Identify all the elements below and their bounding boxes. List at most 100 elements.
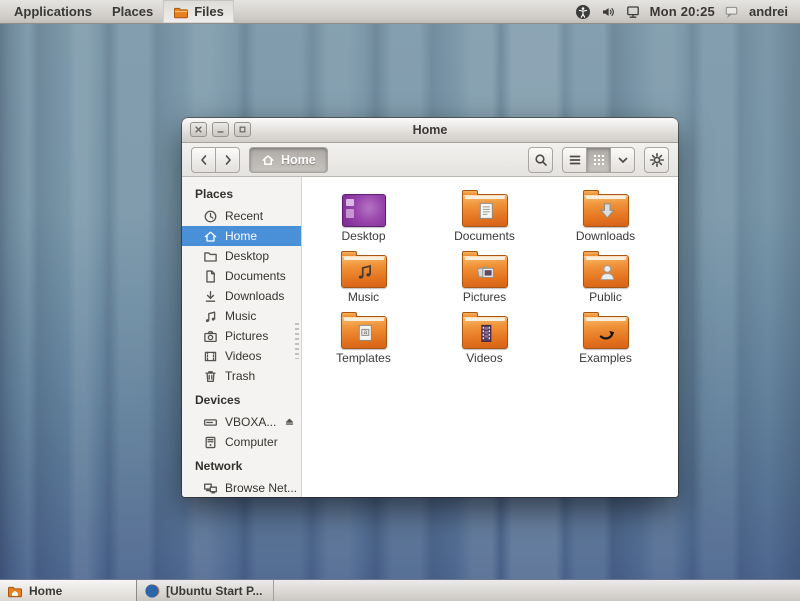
pictures-icon <box>462 243 508 288</box>
file-music[interactable]: Music <box>303 243 424 304</box>
chevron-left-icon <box>196 152 212 168</box>
sidebar-item-label: Trash <box>225 369 255 383</box>
templates-emblem-icon: a <box>354 322 376 344</box>
status-icons <box>575 4 641 20</box>
pictures-emblem-icon <box>475 261 497 283</box>
panel-menus: Applications Places Files <box>0 0 234 23</box>
sidebar-item-music[interactable]: Music <box>182 306 301 326</box>
trash-icon <box>203 369 218 384</box>
sidebar-scrollbar[interactable] <box>295 323 299 359</box>
examples-emblem-icon <box>596 322 618 344</box>
file-videos[interactable]: Videos <box>424 304 545 365</box>
sidebar-item-videos[interactable]: Videos <box>182 346 301 366</box>
view-switcher <box>562 147 635 173</box>
window-title: Home <box>413 123 448 137</box>
file-area[interactable]: Desktop Documents Downloads Music Pictures Pu… <box>302 177 678 497</box>
file-label: Pictures <box>463 290 506 304</box>
forward-button[interactable] <box>215 147 240 173</box>
file-documents[interactable]: Documents <box>424 182 545 243</box>
sidebar-item-documents[interactable]: Documents <box>182 266 301 286</box>
home-icon <box>261 153 275 167</box>
examples-icon <box>583 304 629 349</box>
top-panel: Applications Places Files Mon 20:25 andrei <box>0 0 800 24</box>
home-folder-icon <box>7 583 23 599</box>
close-button[interactable] <box>190 122 207 137</box>
location-home-button[interactable]: Home <box>249 147 328 173</box>
accessibility-icon[interactable] <box>575 4 591 20</box>
file-label: Desktop <box>341 229 385 243</box>
gear-icon <box>649 152 665 168</box>
file-public[interactable]: Public <box>545 243 666 304</box>
sidebar-item-label: Recent <box>225 209 263 223</box>
search-button[interactable] <box>528 147 553 173</box>
menu-applications[interactable]: Applications <box>4 0 102 23</box>
grid-view-icon <box>591 152 607 168</box>
sidebar-item-desktop[interactable]: Desktop <box>182 246 301 266</box>
desktop-icon <box>342 182 386 227</box>
folder-icon <box>462 255 508 288</box>
videos-icon <box>462 304 508 349</box>
taskbar: Home[Ubuntu Start P... <box>0 579 800 601</box>
folder-icon <box>341 255 387 288</box>
sidebar-item-computer[interactable]: Computer <box>182 432 301 452</box>
music-emblem-icon <box>354 261 376 283</box>
grid-view-button[interactable] <box>586 147 611 173</box>
music-icon <box>341 243 387 288</box>
sidebar: PlacesRecentHomeDesktopDocumentsDownload… <box>182 177 302 497</box>
folder-icon <box>583 316 629 349</box>
menu-label: Applications <box>14 4 92 19</box>
taskbar-button-home[interactable]: Home <box>0 580 137 601</box>
clock[interactable]: Mon 20:25 <box>650 4 715 19</box>
folder-icon <box>583 255 629 288</box>
folder-icon <box>462 316 508 349</box>
username[interactable]: andrei <box>749 4 788 19</box>
eject-icon[interactable] <box>283 415 296 429</box>
view-options-button[interactable] <box>610 147 635 173</box>
sidebar-item-label: Downloads <box>225 289 284 303</box>
navigation-buttons <box>191 147 240 173</box>
sidebar-item-downloads[interactable]: Downloads <box>182 286 301 306</box>
sidebar-item-label: Browse Net... <box>225 481 297 495</box>
file-label: Downloads <box>576 229 635 243</box>
search-icon <box>533 152 549 168</box>
sidebar-item-recent[interactable]: Recent <box>182 206 301 226</box>
templates-icon: a <box>341 304 387 349</box>
file-downloads[interactable]: Downloads <box>545 182 666 243</box>
file-label: Documents <box>454 229 515 243</box>
menu-files[interactable]: Files <box>163 0 234 23</box>
minimize-button[interactable] <box>212 122 229 137</box>
location-label: Home <box>281 153 316 167</box>
document-icon <box>203 269 218 284</box>
sidebar-item-label: Documents <box>225 269 286 283</box>
back-button[interactable] <box>191 147 216 173</box>
maximize-button[interactable] <box>234 122 251 137</box>
home-icon <box>203 229 218 244</box>
gear-button[interactable] <box>644 147 669 173</box>
sidebar-item-home[interactable]: Home <box>182 226 301 246</box>
documents-emblem-icon <box>475 200 497 222</box>
file-label: Videos <box>466 351 502 365</box>
recent-icon <box>203 209 218 224</box>
sidebar-item-label: Desktop <box>225 249 269 263</box>
file-templates[interactable]: aTemplates <box>303 304 424 365</box>
sidebar-item-vboxa[interactable]: VBOXA... <box>182 412 301 432</box>
file-desktop[interactable]: Desktop <box>303 182 424 243</box>
menu-label: Places <box>112 4 153 19</box>
display-icon[interactable] <box>625 4 641 20</box>
taskbar-button-ubuntustartp[interactable]: [Ubuntu Start P... <box>137 580 274 601</box>
sidebar-item-pictures[interactable]: Pictures <box>182 326 301 346</box>
file-pictures[interactable]: Pictures <box>424 243 545 304</box>
sidebar-item-trash[interactable]: Trash <box>182 366 301 386</box>
chevron-right-icon <box>220 152 236 168</box>
volume-icon[interactable] <box>600 4 616 20</box>
file-examples[interactable]: Examples <box>545 304 666 365</box>
svg-text:a: a <box>363 329 367 336</box>
menu-places[interactable]: Places <box>102 0 163 23</box>
file-label: Public <box>589 290 622 304</box>
file-label: Music <box>348 290 379 304</box>
titlebar[interactable]: Home <box>182 118 678 143</box>
list-view-button[interactable] <box>562 147 587 173</box>
folder-icon: a <box>341 316 387 349</box>
firefox-icon <box>144 583 160 599</box>
sidebar-item-browsenet[interactable]: Browse Net... <box>182 478 301 497</box>
